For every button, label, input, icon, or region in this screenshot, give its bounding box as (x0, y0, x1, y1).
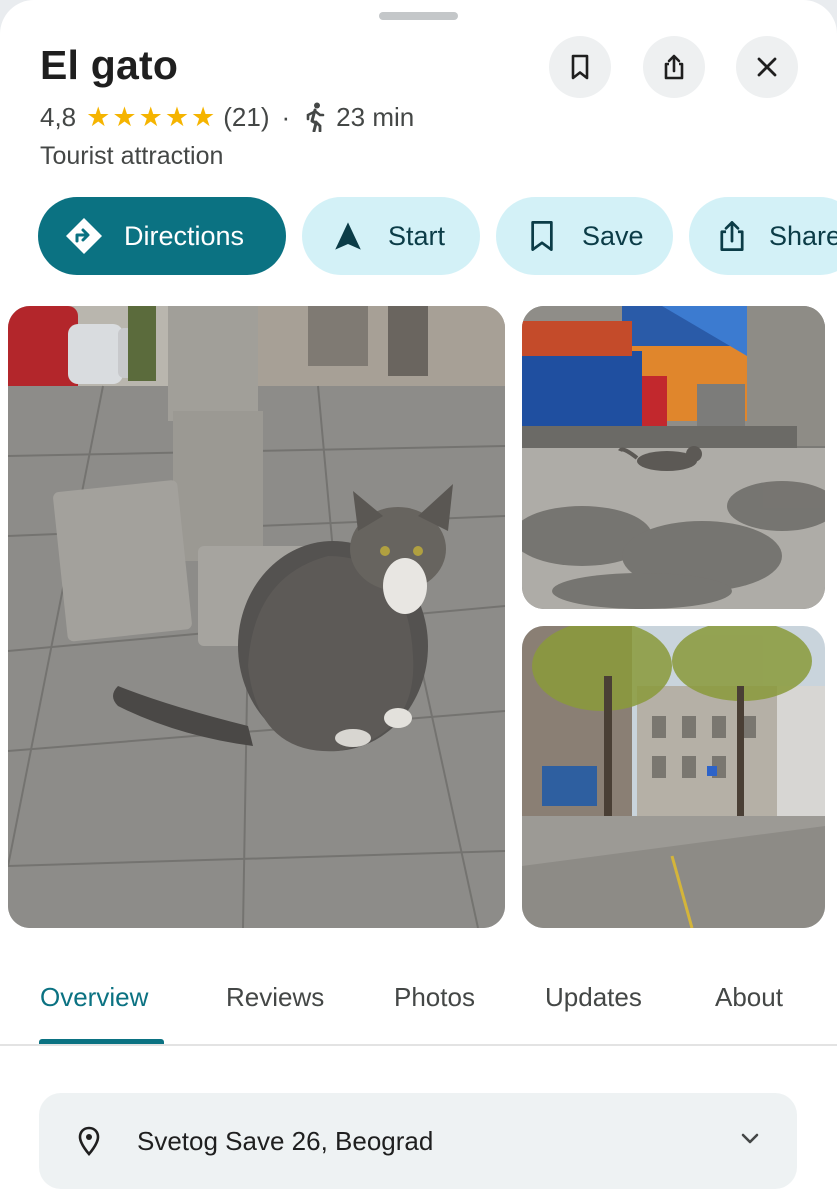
share-label: Share (769, 220, 837, 251)
drag-handle[interactable] (379, 12, 458, 20)
star-icon: ★ (86, 101, 111, 132)
save-label: Save (582, 220, 644, 251)
tab-overview[interactable]: Overview (40, 982, 148, 1013)
directions-icon (64, 216, 104, 256)
star-icon: ★ (138, 101, 163, 132)
place-title: El gato (40, 42, 179, 88)
photo-street[interactable] (522, 626, 825, 928)
tab-updates[interactable]: Updates (545, 982, 642, 1013)
tab-photos[interactable]: Photos (394, 982, 475, 1013)
directions-button[interactable]: Directions (38, 197, 286, 275)
save-button[interactable]: Save (496, 197, 673, 275)
place-sheet: El gato 4,8 ★ ★ ★ ★ ★ (21) · 23 min Tour… (0, 0, 837, 1200)
cat-photo-image (8, 306, 505, 928)
tab-about[interactable]: About (715, 982, 783, 1013)
rating-stars: ★ ★ ★ ★ ★ (86, 101, 216, 132)
bookmark-button[interactable] (549, 36, 611, 98)
place-category: Tourist attraction (40, 142, 224, 170)
rating-row[interactable]: 4,8 ★ ★ ★ ★ ★ (21) · 23 min (40, 100, 414, 134)
walk-time: 23 min (336, 101, 415, 132)
star-icon: ★ (164, 101, 190, 132)
share-icon (715, 216, 749, 256)
star-icon: ★ (112, 101, 137, 132)
tab-divider (0, 1044, 837, 1046)
separator-dot: · (281, 101, 291, 132)
photo-cat-main[interactable] (8, 306, 505, 928)
close-button[interactable] (736, 36, 798, 98)
photo-cat-kiosk[interactable] (522, 306, 825, 609)
street-photo-image (522, 626, 825, 928)
tab-reviews[interactable]: Reviews (226, 982, 324, 1013)
review-count: (21) (223, 101, 270, 132)
walking-icon (306, 102, 325, 132)
rating-value: 4,8 (40, 101, 77, 132)
directions-label: Directions (124, 220, 245, 251)
start-label: Start (388, 220, 446, 251)
bookmark-icon (571, 54, 589, 80)
kiosk-photo-image (522, 306, 825, 609)
chevron-down-icon[interactable] (739, 1131, 761, 1147)
address-card[interactable]: Svetog Save 26, Beograd (39, 1093, 797, 1189)
share-icon (664, 54, 684, 80)
share-header-button[interactable] (643, 36, 705, 98)
start-button[interactable]: Start (302, 197, 480, 275)
address-text: Svetog Save 26, Beograd (137, 1126, 434, 1156)
tab-bar: Overview Reviews Photos Updates About (0, 968, 837, 1046)
close-icon (757, 57, 777, 77)
location-pin-icon (78, 1126, 100, 1156)
navigation-arrow-icon (328, 216, 368, 256)
star-icon: ★ (191, 101, 216, 132)
bookmark-icon (522, 216, 562, 256)
share-button[interactable]: Share (689, 197, 837, 275)
action-chips: Directions Start Save Share (38, 197, 837, 275)
